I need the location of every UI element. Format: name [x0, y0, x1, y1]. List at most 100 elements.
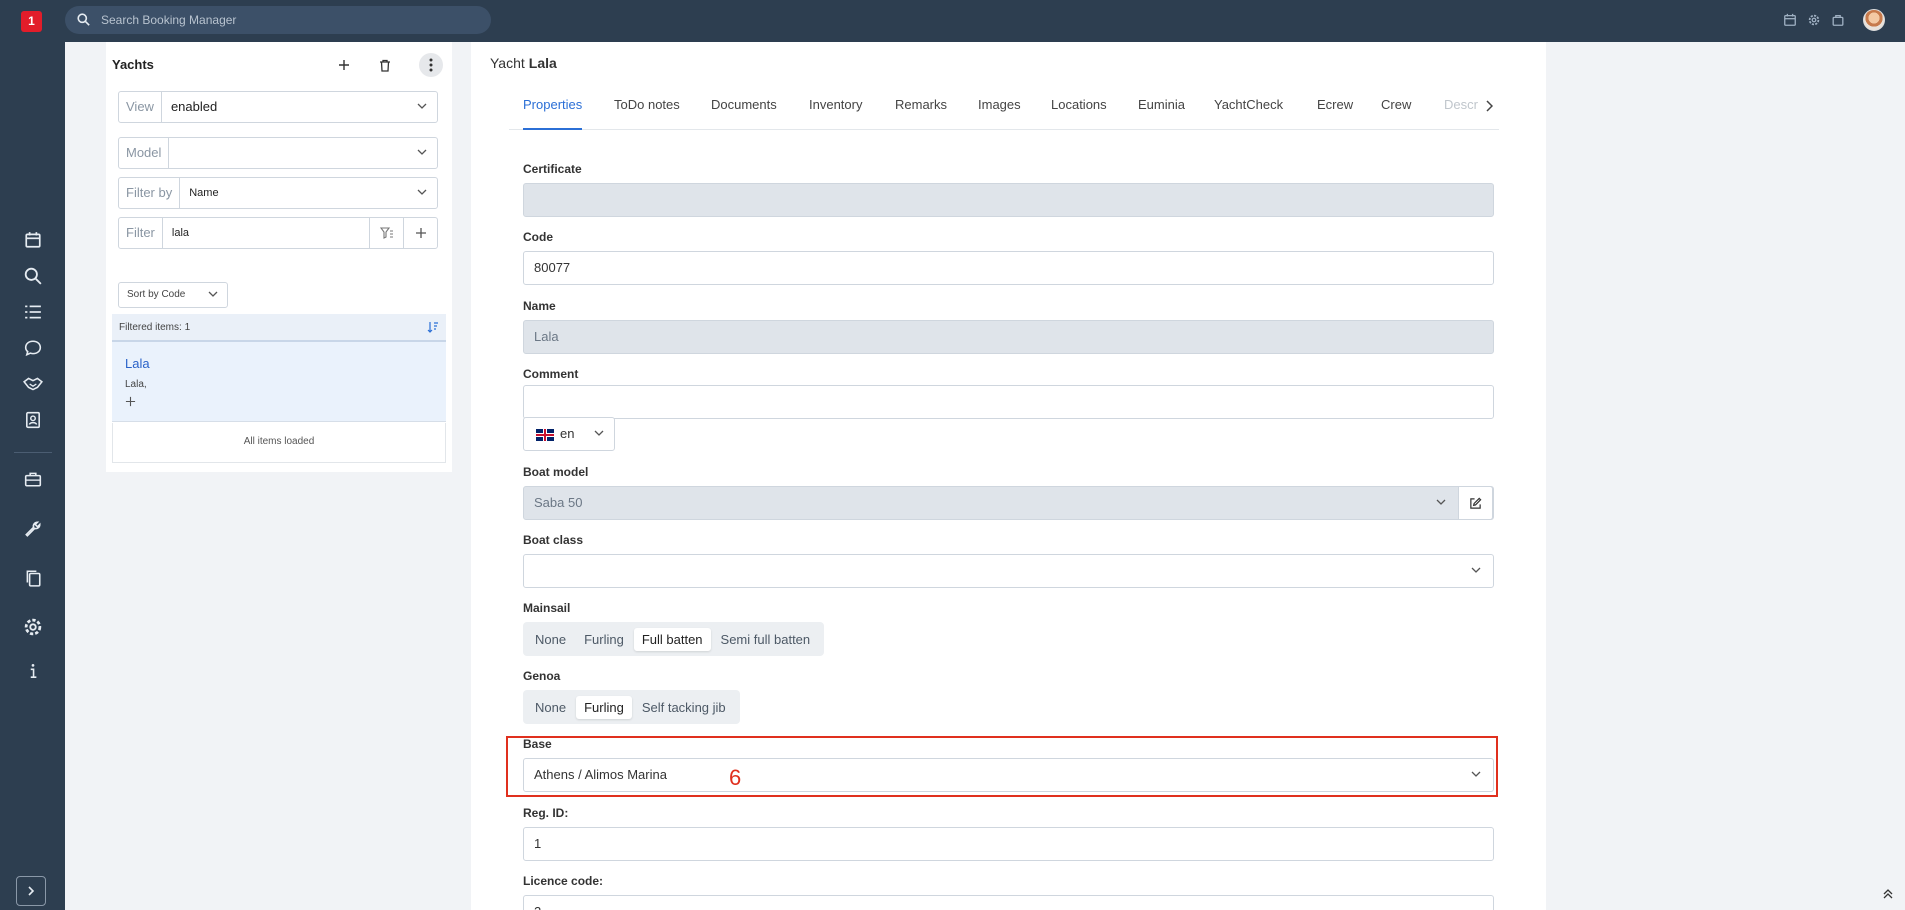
language-value: en — [560, 426, 575, 441]
trash-icon — [380, 59, 390, 72]
filter-icon — [379, 227, 393, 239]
filter-options-button[interactable] — [369, 218, 403, 248]
add-filter-button[interactable] — [403, 218, 437, 248]
list-icon[interactable] — [22, 301, 44, 323]
filtered-items-bar: Filtered items: 1 — [112, 314, 446, 342]
title-prefix: Yacht — [490, 55, 525, 71]
search-icon[interactable] — [22, 265, 44, 287]
tab-images[interactable]: Images — [978, 90, 1021, 130]
mainsail-option-furling[interactable]: Furling — [576, 628, 632, 651]
wrench-icon[interactable] — [22, 518, 44, 540]
chevron-down-icon — [1471, 567, 1481, 573]
view-label: View — [119, 92, 162, 122]
certificate-field — [523, 183, 1494, 217]
gear-icon[interactable] — [22, 616, 44, 638]
model-value — [169, 138, 437, 168]
edit-boat-model-button[interactable] — [1458, 486, 1493, 520]
chevron-down-icon — [594, 430, 604, 436]
model-select[interactable]: Model — [118, 137, 438, 169]
chevron-down-icon — [208, 291, 218, 297]
chevron-down-icon — [1436, 499, 1446, 505]
comment-label: Comment — [523, 367, 579, 381]
comment-field[interactable] — [523, 385, 1494, 419]
search-icon — [77, 13, 90, 26]
tab-description[interactable]: Descr — [1444, 90, 1480, 130]
boat-class-label: Boat class — [523, 533, 584, 547]
tab-euminia[interactable]: Euminia — [1138, 90, 1185, 130]
nav-divider — [14, 452, 52, 453]
genoa-option-none[interactable]: None — [527, 696, 574, 719]
info-icon[interactable] — [22, 660, 44, 682]
tab-todo-notes[interactable]: ToDo notes — [614, 90, 680, 130]
filter-by-value: Name — [189, 187, 219, 199]
tab-documents[interactable]: Documents — [711, 90, 777, 130]
global-search[interactable] — [65, 6, 491, 34]
panel-title: Yachts — [112, 57, 154, 72]
sort-direction-icon[interactable] — [427, 321, 439, 333]
sort-select[interactable]: Sort by Code — [118, 282, 228, 308]
tab-crew[interactable]: Crew — [1381, 90, 1411, 130]
expand-nav-button[interactable] — [16, 876, 46, 906]
boat-model-value: Saba 50 — [534, 495, 583, 510]
filter-by-select[interactable]: Filter by Name — [118, 177, 438, 209]
code-field[interactable]: 80077 — [523, 251, 1494, 285]
list-item[interactable]: Lala Lala, — [112, 342, 446, 422]
delete-yacht-button[interactable] — [373, 53, 397, 77]
copy-icon[interactable] — [22, 567, 44, 589]
tab-bar: Properties ToDo notes Documents Inventor… — [509, 90, 1499, 130]
briefcase-icon[interactable] — [22, 468, 44, 490]
tab-remarks[interactable]: Remarks — [895, 90, 947, 130]
calendar-icon[interactable] — [1783, 13, 1797, 27]
chevron-down-icon — [417, 149, 427, 155]
view-value: enabled — [170, 99, 218, 114]
calendar-icon[interactable] — [22, 229, 44, 251]
tab-properties[interactable]: Properties — [523, 90, 583, 130]
filter-input[interactable]: lala — [163, 218, 369, 248]
tab-scroll-right-icon[interactable] — [1485, 100, 1493, 112]
tab-inventory[interactable]: Inventory — [809, 90, 862, 130]
contacts-icon[interactable] — [22, 409, 44, 431]
mainsail-option-semi-full-batten[interactable]: Semi full batten — [713, 628, 819, 651]
language-select[interactable]: en — [523, 417, 615, 451]
bag-icon[interactable] — [1831, 13, 1845, 27]
scroll-to-top-icon[interactable] — [1882, 888, 1894, 900]
reg-id-field[interactable]: 1 — [523, 827, 1494, 861]
tab-locations[interactable]: Locations — [1051, 90, 1107, 130]
gear-icon[interactable] — [1807, 13, 1821, 27]
genoa-option-furling[interactable]: Furling — [576, 695, 632, 719]
top-bar: 1 — [0, 0, 1905, 42]
licence-code-field[interactable]: 2 — [523, 895, 1494, 910]
annotation-highlight-box — [506, 736, 1498, 797]
genoa-option-self-tacking-jib[interactable]: Self tacking jib — [634, 696, 734, 719]
app-logo[interactable]: 1 — [21, 11, 42, 32]
certificate-label: Certificate — [523, 162, 582, 176]
plus-icon — [415, 228, 426, 238]
view-select[interactable]: View enabled — [118, 91, 438, 123]
tab-yachtcheck[interactable]: YachtCheck — [1214, 90, 1283, 130]
boat-class-select[interactable] — [523, 554, 1494, 588]
edit-icon — [1470, 497, 1482, 509]
uk-flag-icon — [536, 429, 554, 441]
yachts-panel: Yachts View enabled Model Filter by Name… — [106, 42, 452, 472]
annotation-number: 6 — [729, 765, 742, 790]
handshake-icon[interactable] — [22, 373, 44, 395]
avatar[interactable] — [1863, 9, 1885, 31]
list-item-sub: Lala, — [125, 379, 147, 390]
plus-icon — [125, 396, 136, 407]
mainsail-option-full-batten[interactable]: Full batten — [633, 627, 711, 651]
all-items-loaded: All items loaded — [112, 423, 446, 463]
code-label: Code — [523, 230, 553, 244]
chat-icon[interactable] — [22, 337, 44, 359]
tab-ecrew[interactable]: Ecrew — [1317, 90, 1353, 130]
list-item-add[interactable] — [125, 394, 136, 410]
more-options-button[interactable] — [419, 53, 443, 77]
search-input[interactable] — [101, 6, 481, 34]
boat-model-label: Boat model — [523, 465, 589, 479]
top-right-icons — [1783, 9, 1885, 31]
filter-label: Filter — [119, 218, 163, 248]
mainsail-option-none[interactable]: None — [527, 628, 574, 651]
add-yacht-button[interactable] — [332, 53, 356, 77]
boat-model-select[interactable]: Saba 50 — [523, 486, 1494, 520]
mainsail-label: Mainsail — [523, 601, 571, 615]
genoa-segmented: None Furling Self tacking jib — [523, 690, 740, 724]
